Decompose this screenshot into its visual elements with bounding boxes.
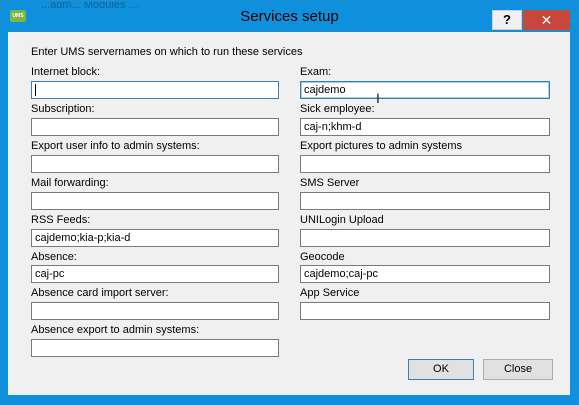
- ok-button[interactable]: OK: [408, 359, 474, 380]
- absence-label: Absence:: [31, 251, 77, 263]
- text-cursor-icon: I: [376, 90, 380, 106]
- exam-field[interactable]: cajdemo: [300, 81, 550, 99]
- export-pictures-label: Export pictures to admin systems: [300, 140, 463, 152]
- app-service-label: App Service: [300, 287, 360, 299]
- absence-card-import-label: Absence card import server:: [31, 287, 169, 299]
- geocode-field[interactable]: cajdemo;caj-pc: [300, 265, 550, 283]
- absence-field[interactable]: caj-pc: [31, 265, 279, 283]
- intro-text: Enter UMS servernames on which to run th…: [31, 46, 303, 58]
- services-setup-window: UMS ...adm... Modules ... Services setup…: [0, 0, 579, 405]
- export-user-info-label: Export user info to admin systems:: [31, 140, 200, 152]
- help-button[interactable]: ?: [492, 10, 522, 30]
- absence-export-label: Absence export to admin systems:: [31, 324, 200, 336]
- text-caret: [35, 84, 36, 97]
- internet-block-field[interactable]: [31, 81, 279, 99]
- dialog-body: Enter UMS servernames on which to run th…: [8, 32, 570, 395]
- sms-server-label: SMS Server: [300, 177, 360, 189]
- unilogin-upload-label: UNILogin Upload: [300, 214, 384, 226]
- internet-block-label: Internet block:: [31, 66, 101, 78]
- mail-forwarding-field[interactable]: [31, 192, 279, 210]
- rss-feeds-field[interactable]: cajdemo;kia-p;kia-d: [31, 229, 279, 247]
- exam-label: Exam:: [300, 66, 332, 78]
- close-window-button[interactable]: ✕: [523, 10, 570, 30]
- sms-server-field[interactable]: [300, 192, 550, 210]
- export-pictures-field[interactable]: [300, 155, 550, 173]
- absence-export-field[interactable]: [31, 339, 279, 357]
- app-service-field[interactable]: [300, 302, 550, 320]
- subscription-label: Subscription:: [31, 103, 95, 115]
- geocode-label: Geocode: [300, 251, 345, 263]
- sick-employee-field[interactable]: caj-n;khm-d: [300, 118, 550, 136]
- title-bar[interactable]: UMS ...adm... Modules ... Services setup…: [1, 1, 578, 32]
- absence-card-import-field[interactable]: [31, 302, 279, 320]
- subscription-field[interactable]: [31, 118, 279, 136]
- close-button[interactable]: Close: [483, 359, 553, 380]
- sick-employee-label: Sick employee:: [300, 103, 375, 115]
- mail-forwarding-label: Mail forwarding:: [31, 177, 109, 189]
- unilogin-upload-field[interactable]: [300, 229, 550, 247]
- export-user-info-field[interactable]: [31, 155, 279, 173]
- rss-feeds-label: RSS Feeds:: [31, 214, 91, 226]
